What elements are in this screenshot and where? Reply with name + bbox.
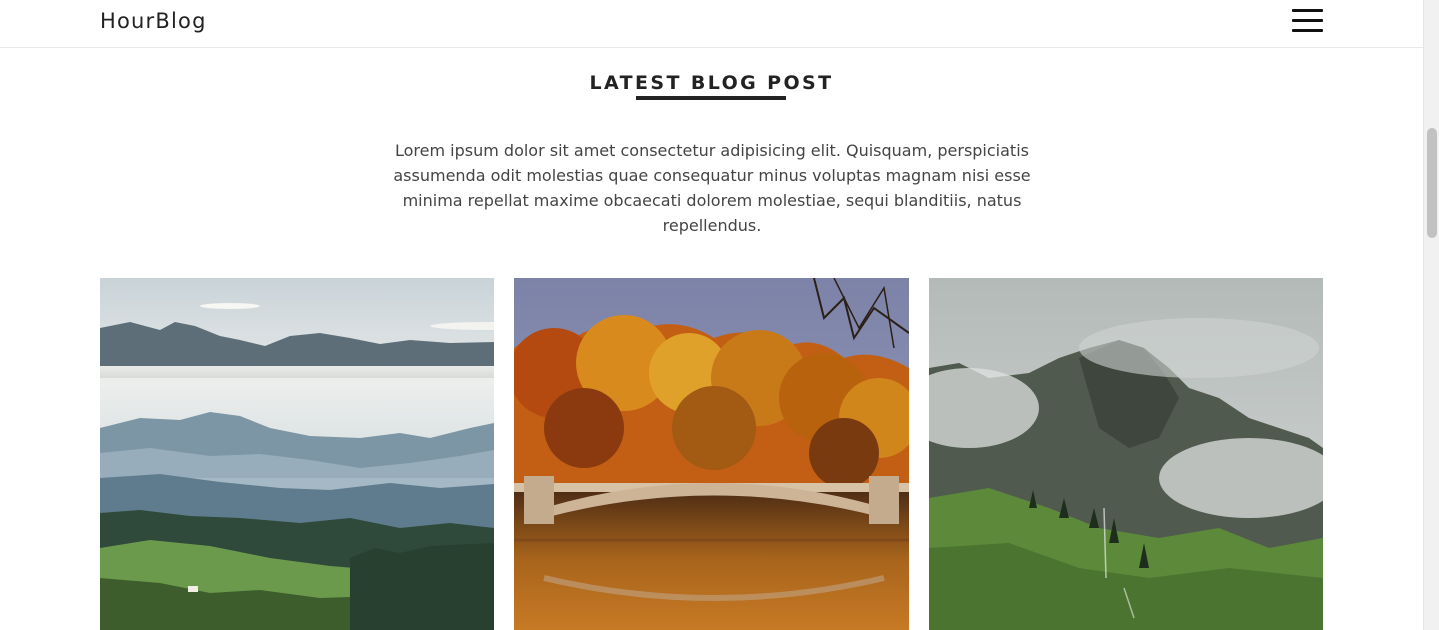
blog-card-3[interactable] <box>929 278 1323 630</box>
menu-bar <box>1292 9 1323 12</box>
menu-bar <box>1292 19 1323 22</box>
blog-card-1[interactable] <box>100 278 494 630</box>
section-intro: Lorem ipsum dolor sit amet consectetur a… <box>393 141 1031 235</box>
foggy-green-mountain-image <box>929 278 1323 630</box>
vertical-scrollbar[interactable] <box>1423 0 1439 630</box>
scrollbar-thumb[interactable] <box>1427 128 1437 238</box>
menu-bar <box>1292 29 1323 32</box>
site-logo[interactable]: HourBlog <box>100 9 207 33</box>
misty-mountain-valley-image <box>100 278 494 630</box>
section-title: LATEST BLOG POST <box>589 72 834 94</box>
site-header: HourBlog <box>0 0 1423 48</box>
blog-card-2[interactable] <box>514 278 909 630</box>
page: HourBlog LATEST BLOG POST Lorem ipsum do… <box>0 0 1423 630</box>
hamburger-menu-icon[interactable] <box>1292 8 1324 34</box>
autumn-bridge-lake-image <box>514 278 909 630</box>
title-underline <box>636 96 786 100</box>
